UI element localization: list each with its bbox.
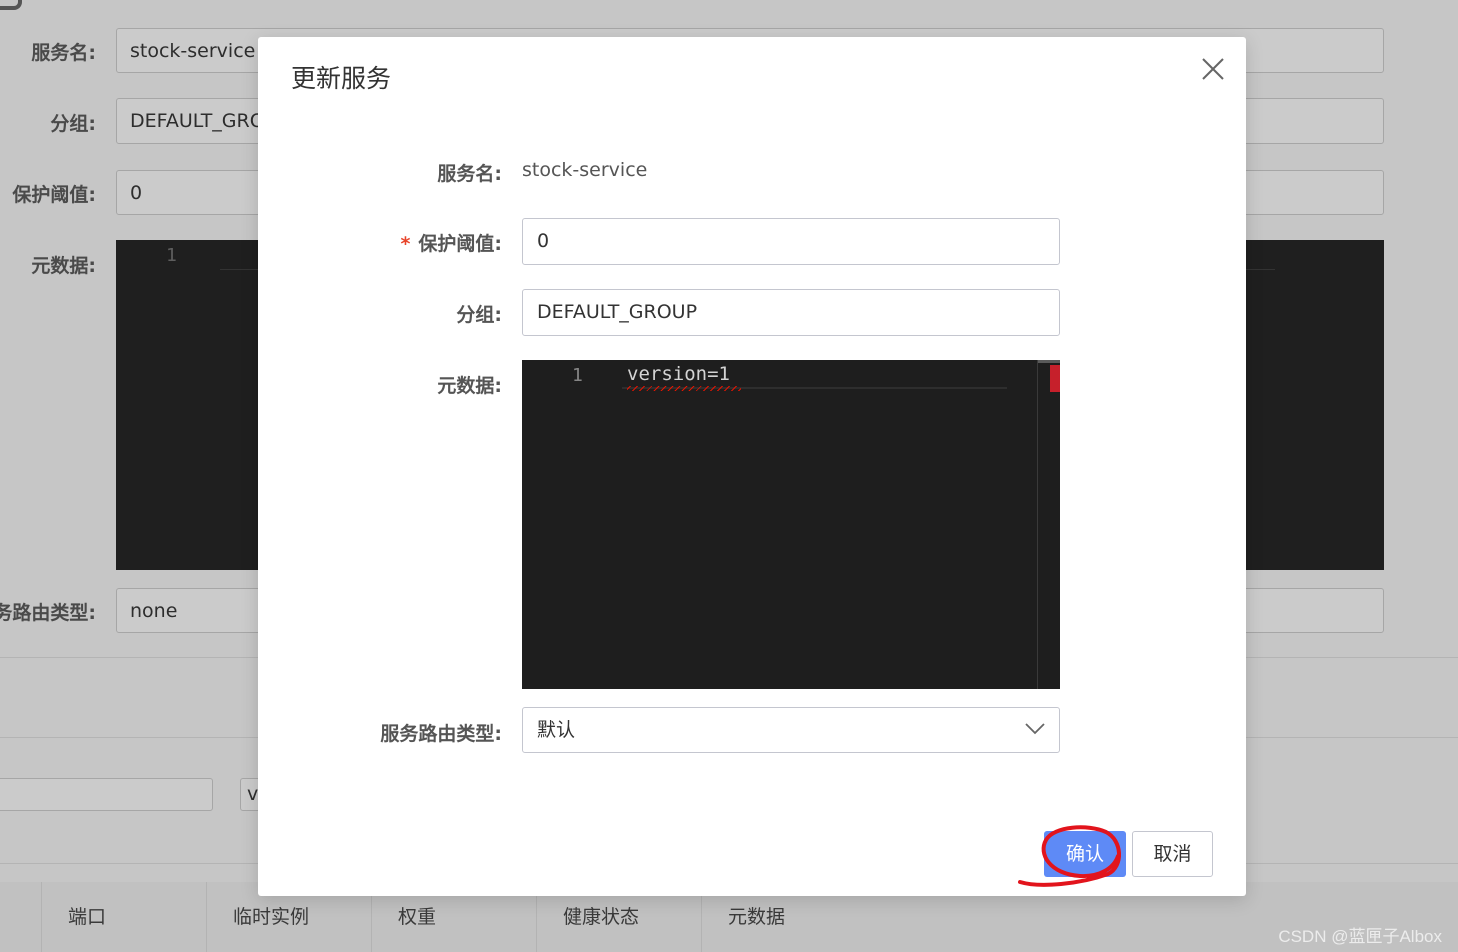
route-type-select[interactable]: 默认: [522, 707, 1060, 753]
editor-scrollbar[interactable]: [1037, 360, 1060, 689]
protect-threshold-label: * 保护阈值:: [400, 229, 502, 256]
spellcheck-squiggle: [627, 386, 741, 391]
close-button[interactable]: [1198, 54, 1228, 84]
bg-label-protect-threshold: 保护阈值:: [12, 184, 96, 206]
group-input[interactable]: DEFAULT_GROUP: [522, 289, 1060, 336]
dialog-title: 更新服务: [291, 64, 392, 93]
service-name-label: 服务名:: [437, 163, 502, 185]
metadata-code-editor[interactable]: 1 version=1: [522, 360, 1060, 689]
bg-filter-input: [0, 778, 213, 811]
route-type-label: 服务路由类型:: [380, 723, 502, 745]
close-icon: [1202, 58, 1224, 80]
bg-title-fragment: [0, 0, 22, 10]
bg-label-metadata: 元数据:: [31, 255, 96, 277]
scrollbar-error-marker: [1050, 365, 1060, 392]
update-service-dialog: 更新服务 服务名: stock-service * 保护阈值: 0 分组: DEF…: [258, 37, 1246, 896]
chevron-down-icon: [1025, 723, 1045, 735]
watermark: CSDN @蓝匣子Albox: [1278, 927, 1442, 946]
bg-th-separator: [41, 882, 42, 952]
protect-threshold-input[interactable]: 0: [522, 218, 1060, 265]
bg-label-group: 分组:: [50, 113, 96, 135]
protect-threshold-label-text: 保护阈值:: [418, 233, 502, 255]
route-type-selected-value: 默认: [537, 719, 576, 741]
required-mark: *: [400, 233, 411, 255]
bg-label-service-name: 服务名:: [31, 42, 96, 64]
confirm-button[interactable]: 确认: [1044, 831, 1126, 877]
editor-line-number: 1: [572, 365, 583, 386]
scrollbar-top-marker: [1038, 360, 1060, 363]
bg-label-route-type: 务路由类型:: [0, 602, 96, 624]
metadata-label: 元数据:: [437, 375, 502, 397]
editor-code-line[interactable]: version=1: [627, 363, 730, 385]
bg-editor-line-number: 1: [166, 245, 177, 266]
group-label: 分组:: [456, 304, 502, 326]
cancel-button[interactable]: 取消: [1132, 831, 1213, 877]
bg-th-separator: [206, 882, 207, 952]
bg-th-port: 端口: [68, 906, 107, 928]
service-name-value: stock-service: [522, 159, 648, 181]
